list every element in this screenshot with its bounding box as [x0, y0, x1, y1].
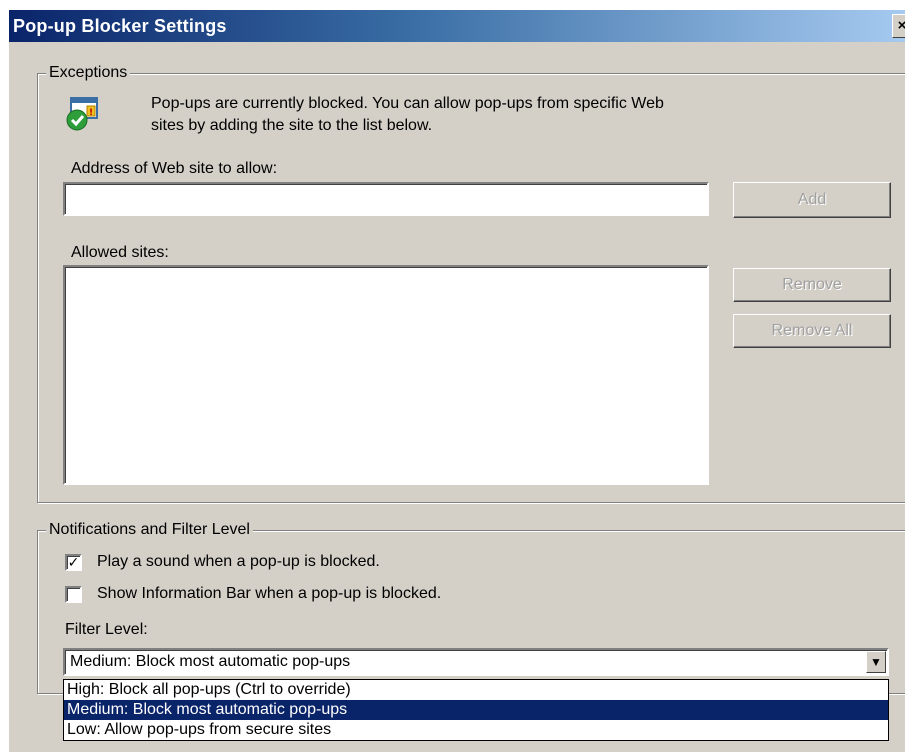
address-input[interactable]: [63, 182, 709, 216]
filter-dropdown-button[interactable]: ▼: [866, 651, 886, 673]
chevron-down-icon: ▼: [870, 655, 882, 669]
info-text-line2: sites by adding the site to the list bel…: [151, 117, 433, 134]
play-sound-label[interactable]: Play a sound when a pop-up is blocked.: [97, 552, 380, 572]
popup-shield-icon: !: [66, 97, 98, 131]
show-infobar-checkbox[interactable]: [65, 586, 82, 603]
checkmark-icon: ✓: [67, 554, 80, 570]
show-infobar-label[interactable]: Show Information Bar when a pop-up is bl…: [97, 584, 441, 604]
allowed-sites-label: Allowed sites:: [71, 244, 169, 261]
filter-level-dropdown: High: Block all pop-ups (Ctrl to overrid…: [63, 679, 889, 741]
close-button[interactable]: ×: [892, 14, 905, 38]
exceptions-group-label: Exceptions: [46, 64, 131, 82]
filter-level-label: Filter Level:: [65, 621, 148, 638]
close-icon: ×: [897, 17, 905, 34]
filter-level-value: Medium: Block most automatic pop-ups: [70, 653, 351, 670]
filter-option-high[interactable]: High: Block all pop-ups (Ctrl to overrid…: [64, 680, 888, 700]
svg-text:!: !: [89, 108, 93, 118]
info-text-line1: Pop-ups are currently blocked. You can a…: [151, 95, 664, 112]
play-sound-checkbox[interactable]: ✓: [65, 554, 82, 571]
title-bar[interactable]: Pop-up Blocker Settings ×: [9, 10, 905, 42]
filter-option-low[interactable]: Low: Allow pop-ups from secure sites: [64, 720, 888, 740]
notifications-group-label: Notifications and Filter Level: [46, 521, 253, 539]
add-button[interactable]: Add: [733, 182, 891, 218]
filter-option-medium[interactable]: Medium: Block most automatic pop-ups: [64, 700, 888, 720]
address-label: Address of Web site to allow:: [71, 160, 278, 177]
window-title: Pop-up Blocker Settings: [13, 16, 227, 36]
allowed-sites-list[interactable]: [63, 265, 709, 485]
filter-level-select[interactable]: Medium: Block most automatic pop-ups ▼: [63, 648, 889, 676]
remove-button[interactable]: Remove: [733, 268, 891, 302]
popup-blocker-dialog: Pop-up Blocker Settings × Exceptions ! P…: [8, 10, 905, 752]
remove-all-button[interactable]: Remove All: [733, 314, 891, 348]
